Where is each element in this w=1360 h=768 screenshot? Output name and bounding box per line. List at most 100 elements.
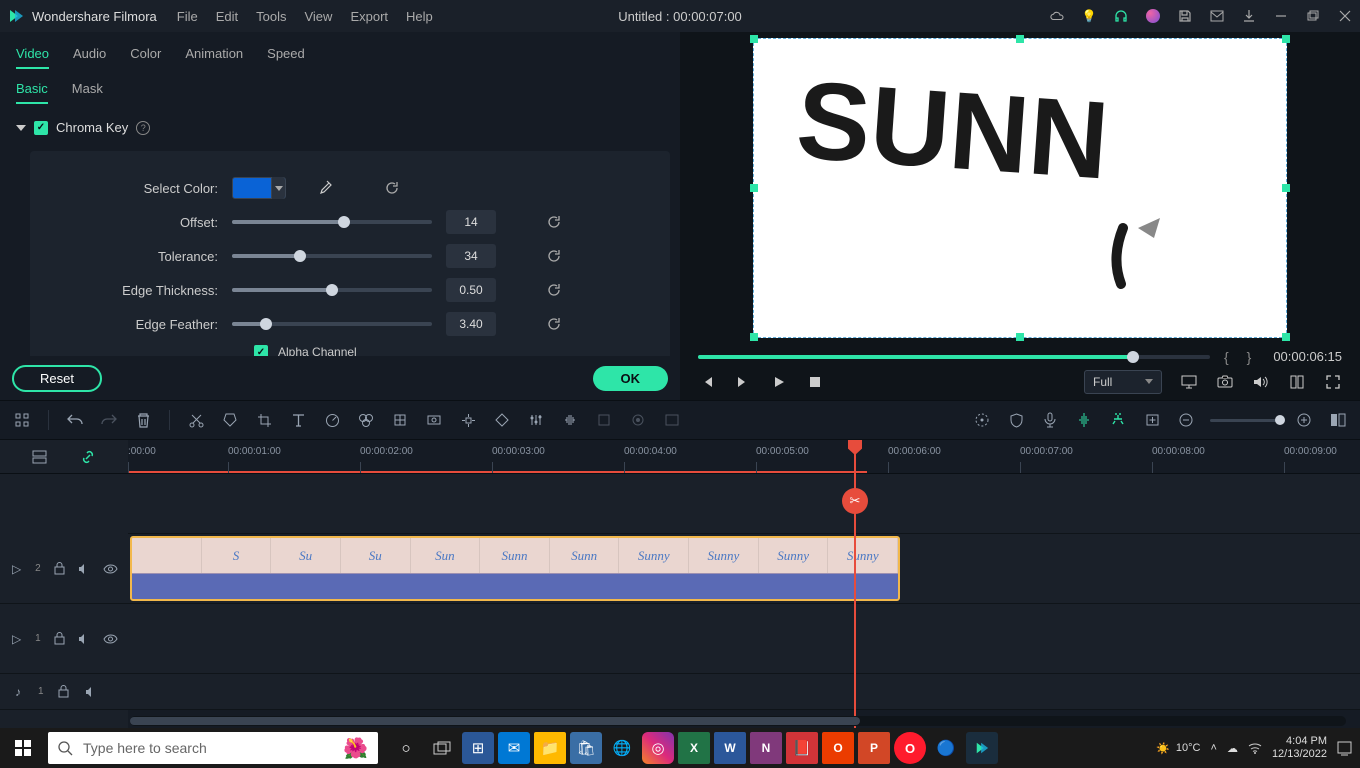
menu-export[interactable]: Export: [350, 9, 388, 24]
value-offset[interactable]: 14: [446, 210, 496, 234]
hscroll-thumb[interactable]: [130, 717, 860, 725]
section-chroma-key[interactable]: Chroma Key ?: [0, 112, 680, 143]
eyedropper-icon[interactable]: [318, 180, 334, 196]
marker-menu-icon[interactable]: [972, 410, 992, 430]
minimize-icon[interactable]: [1274, 9, 1288, 23]
play-icon[interactable]: [770, 373, 788, 391]
reset-color-icon[interactable]: [384, 180, 400, 196]
app-explorer-icon[interactable]: 📁: [534, 732, 566, 764]
apps-icon[interactable]: [12, 410, 32, 430]
handle-lm[interactable]: [750, 184, 758, 192]
video-track-icon[interactable]: ▷: [10, 562, 23, 576]
tray-onedrive-icon[interactable]: ☁: [1227, 742, 1238, 755]
sphere-icon[interactable]: [1146, 9, 1160, 23]
delete-icon[interactable]: [133, 410, 153, 430]
menu-view[interactable]: View: [304, 9, 332, 24]
tab-color[interactable]: Color: [130, 40, 161, 69]
preview-canvas-wrap[interactable]: SUNN: [753, 38, 1287, 338]
display-icon[interactable]: [1180, 373, 1198, 391]
redo-icon[interactable]: [99, 410, 119, 430]
timeline-options-icon[interactable]: [32, 450, 47, 464]
weather-widget[interactable]: ☀️ 10°C: [1156, 742, 1200, 755]
crop-icon[interactable]: [254, 410, 274, 430]
handle-tl[interactable]: [750, 35, 758, 43]
tab-speed[interactable]: Speed: [267, 40, 305, 69]
mute-icon[interactable]: [78, 633, 91, 645]
next-frame-icon[interactable]: [734, 373, 752, 391]
mark-in-icon[interactable]: {: [1220, 349, 1233, 365]
app-onenote-icon[interactable]: N: [750, 732, 782, 764]
adjust-icon[interactable]: [526, 410, 546, 430]
handle-bm[interactable]: [1016, 333, 1024, 341]
headphones-icon[interactable]: [1114, 9, 1128, 23]
snapshot-icon[interactable]: [1216, 373, 1234, 391]
value-edge-thickness[interactable]: 0.50: [446, 278, 496, 302]
audio-track-icon[interactable]: ♪: [10, 685, 26, 699]
tray-notifications-icon[interactable]: [1337, 741, 1352, 756]
app-powerpoint-icon[interactable]: P: [858, 732, 890, 764]
tab-audio[interactable]: Audio: [73, 40, 106, 69]
tray-chevron-icon[interactable]: ˄: [1211, 742, 1217, 754]
app-instagram-icon[interactable]: ◎: [642, 732, 674, 764]
value-tolerance[interactable]: 34: [446, 244, 496, 268]
chroma-key-checkbox[interactable]: [34, 121, 48, 135]
lightbulb-icon[interactable]: 💡: [1082, 9, 1096, 23]
text-icon[interactable]: [288, 410, 308, 430]
app-excel-icon[interactable]: X: [678, 732, 710, 764]
keyframe-icon[interactable]: [492, 410, 512, 430]
compare-icon[interactable]: [1288, 373, 1306, 391]
app-mail-icon[interactable]: ✉: [498, 732, 530, 764]
shield-icon[interactable]: [1006, 410, 1026, 430]
audio-sync-icon[interactable]: [1074, 410, 1094, 430]
app-reader-icon[interactable]: 📕: [786, 732, 818, 764]
timeline-view-icon[interactable]: [1328, 410, 1348, 430]
tray-wifi-icon[interactable]: [1248, 743, 1262, 754]
effects-icon[interactable]: [390, 410, 410, 430]
zoom-slider[interactable]: [1210, 419, 1280, 422]
render-icon[interactable]: [594, 410, 614, 430]
fullscreen-icon[interactable]: [1324, 373, 1342, 391]
slider-offset[interactable]: [232, 220, 432, 224]
reset-edge-thickness-icon[interactable]: [546, 282, 562, 298]
app-word-icon[interactable]: W: [714, 732, 746, 764]
video-track-icon[interactable]: ▷: [10, 632, 23, 646]
tray-clock[interactable]: 4:04 PM 12/13/2022: [1272, 735, 1327, 761]
spacer-track[interactable]: [128, 474, 1360, 534]
slider-edge-feather[interactable]: [232, 322, 432, 326]
add-marker-icon[interactable]: [1142, 410, 1162, 430]
shape-tool-icon[interactable]: [220, 410, 240, 430]
split-icon[interactable]: [186, 410, 206, 430]
eye-icon[interactable]: [103, 564, 118, 574]
taskbar-search[interactable]: Type here to search 🌺: [48, 732, 378, 764]
greenscreen-icon[interactable]: [424, 410, 444, 430]
cortana-icon[interactable]: ○: [390, 732, 422, 764]
reset-edge-feather-icon[interactable]: [546, 316, 562, 332]
clip-my-video[interactable]: ▶ My Video-13 SSuSuSunSunnSunnSunnySunny…: [130, 536, 900, 601]
app-office-icon[interactable]: O: [822, 732, 854, 764]
record-icon[interactable]: [628, 410, 648, 430]
video-track-2[interactable]: ▶ My Video-13 SSuSuSunSunnSunnSunnySunny…: [128, 534, 1360, 604]
value-edge-feather[interactable]: 3.40: [446, 312, 496, 336]
speed-tool-icon[interactable]: [322, 410, 342, 430]
download-icon[interactable]: [1242, 9, 1256, 23]
timeline-hscroll[interactable]: [130, 716, 1346, 726]
eye-icon[interactable]: [103, 634, 118, 644]
export-clip-icon[interactable]: [662, 410, 682, 430]
zoom-in-icon[interactable]: [1294, 410, 1314, 430]
lock-icon[interactable]: [53, 632, 66, 645]
app-edge-icon[interactable]: 🌐: [606, 732, 638, 764]
split-at-playhead-icon[interactable]: ✂: [842, 488, 868, 514]
app-widgets-icon[interactable]: ⊞: [462, 732, 494, 764]
seek-slider[interactable]: [698, 355, 1210, 359]
menu-help[interactable]: Help: [406, 9, 433, 24]
subtab-basic[interactable]: Basic: [16, 81, 48, 104]
audio-track-1[interactable]: [128, 674, 1360, 710]
playhead[interactable]: ✂: [854, 440, 856, 728]
mute-icon[interactable]: [84, 686, 100, 698]
app-opera-icon[interactable]: O: [894, 732, 926, 764]
quality-dropdown[interactable]: Full: [1084, 370, 1162, 394]
lock-icon[interactable]: [53, 562, 66, 575]
close-icon[interactable]: [1338, 9, 1352, 23]
save-icon[interactable]: [1178, 9, 1192, 23]
handle-tm[interactable]: [1016, 35, 1024, 43]
